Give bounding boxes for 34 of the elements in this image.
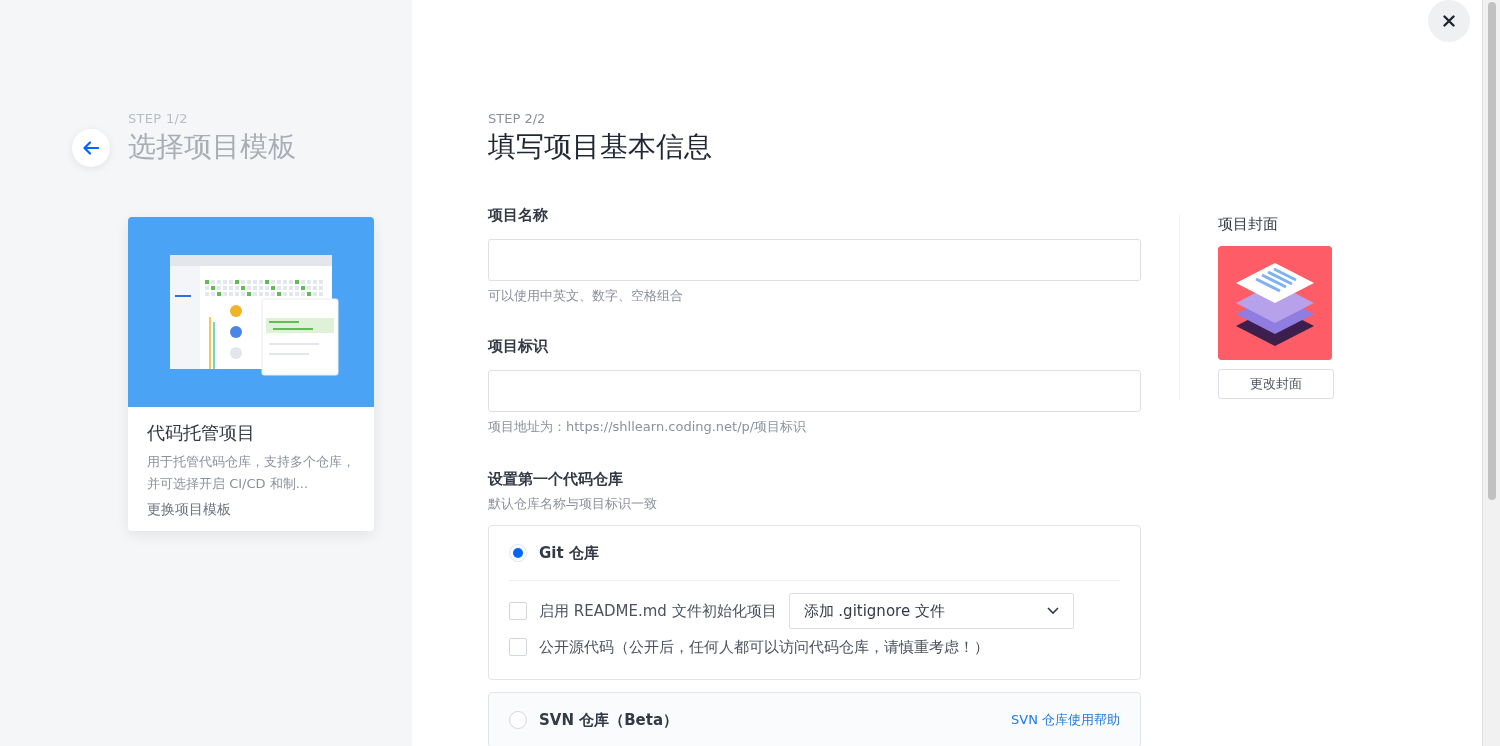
- field-hint: 可以使用中英文、数字、空格组合: [488, 287, 684, 305]
- step-title: 填写项目基本信息: [488, 129, 713, 165]
- input-field[interactable]: [488, 239, 1141, 281]
- change-template-link[interactable]: 更换项目模板: [147, 501, 231, 519]
- field-label: 项目标识: [488, 337, 549, 356]
- radio-button[interactable]: [509, 544, 527, 562]
- step-title: 选择项目模板: [128, 129, 296, 165]
- template-card[interactable]: 代码托管项目 用于托管代码仓库，支持多个仓库，并可选择开启 CI/CD 和制... 更换项目模板: [128, 217, 374, 531]
- help-link[interactable]: SVN 仓库使用帮助: [1011, 711, 1120, 729]
- step-label: STEP 2/2: [488, 111, 547, 126]
- repository-option-label: Git 仓库: [539, 543, 600, 563]
- back-button[interactable]: [72, 129, 110, 167]
- close-icon: [1443, 15, 1455, 27]
- repository-option-label: SVN 仓库（Beta）: [539, 710, 680, 730]
- field-hint: 项目地址为：https://shllearn.coding.net/p/项目标识: [488, 418, 808, 436]
- step-label: STEP 1/2: [128, 111, 189, 126]
- cover-label: 项目封面: [1218, 215, 1279, 234]
- checkbox-label: 公开源代码（公开后，任何人都可以访问代码仓库，请慎重考虑！）: [539, 637, 989, 657]
- scrollbar-thumb[interactable]: [1487, 2, 1496, 500]
- checkbox[interactable]: [509, 602, 527, 620]
- field-hint: 默认仓库名称与项目标识一致: [488, 495, 658, 513]
- gitignore-dropdown[interactable]: 添加 .gitignore 文件: [788, 593, 1074, 629]
- arrow-left-icon: [83, 141, 99, 155]
- checkbox[interactable]: [509, 638, 527, 656]
- checkbox-label: 启用 README.md 文件初始化项目: [539, 601, 777, 621]
- close-button[interactable]: [1428, 0, 1470, 42]
- chevron-down-icon: [1046, 607, 1059, 615]
- input-field[interactable]: [488, 370, 1141, 412]
- radio-button[interactable]: [509, 711, 527, 729]
- template-description: 用于托管代码仓库，支持多个仓库，并可选择开启 CI/CD 和制...: [147, 453, 355, 493]
- field-label: 项目名称: [488, 206, 549, 225]
- template-title: 代码托管项目: [147, 421, 256, 445]
- field-label: 设置第一个代码仓库: [488, 470, 624, 489]
- change-cover-button[interactable]: 更改封面: [1218, 369, 1334, 399]
